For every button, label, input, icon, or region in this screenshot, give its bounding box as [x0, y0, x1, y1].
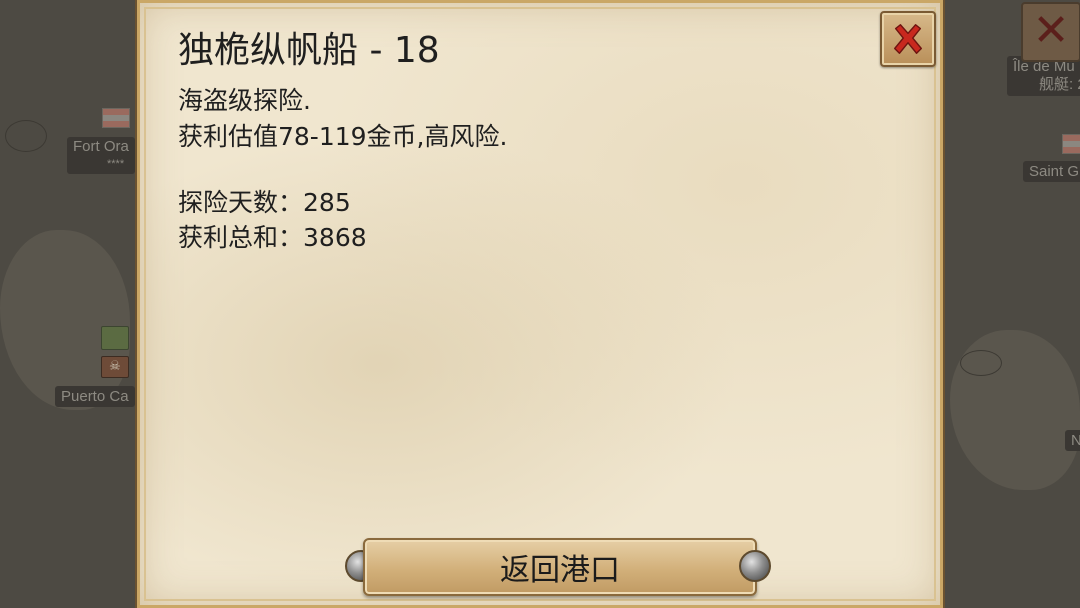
map-label-fort-text: Fort Ora [73, 138, 129, 155]
stat-days-label: 探险天数： [178, 188, 304, 217]
rivet-icon [739, 550, 771, 582]
fort-flag-icon [102, 108, 130, 128]
return-to-port-button[interactable]: 返回港口 [363, 538, 757, 596]
close-button[interactable] [880, 11, 936, 67]
close-icon [893, 24, 923, 54]
map-contour [5, 120, 47, 152]
map-label-saint[interactable]: Saint G [1023, 161, 1080, 182]
cargo-icon [101, 326, 129, 350]
background-close-icon: ✕ [1021, 2, 1080, 62]
map-label-ile[interactable]: Île de Mu 舰艇: 2 [1007, 56, 1080, 96]
expedition-estimate: 获利估值78-119金币,高风险. [178, 122, 508, 151]
stat-profit-value: 3868 [303, 223, 367, 252]
stat-profit: 获利总和：3868 [178, 220, 367, 255]
dialog-title: 独桅纵帆船 - 18 [178, 30, 440, 71]
pirate-skull-icon: ☠ [101, 356, 129, 378]
map-label-fort-stars: **** [107, 158, 125, 170]
map-landmass [0, 230, 130, 410]
stat-days: 探险天数：285 [178, 185, 367, 220]
stat-days-value: 285 [303, 188, 351, 217]
map-contour [960, 350, 1002, 376]
expedition-stats: 探险天数：285 获利总和：3868 [178, 185, 367, 255]
stat-profit-label: 获利总和： [178, 223, 304, 252]
expedition-description: 海盗级探险. 获利估值78-119金币,高风险. [178, 83, 507, 155]
expedition-class: 海盗级探险. [178, 86, 311, 115]
map-label-puerto[interactable]: Puerto Ca [55, 386, 135, 407]
map-label-fort[interactable]: Fort Ora **** [67, 137, 135, 174]
expedition-dialog: 独桅纵帆船 - 18 海盗级探险. 获利估值78-119金币,高风险. 探险天数… [135, 0, 945, 608]
saint-flag-icon [1062, 134, 1080, 154]
return-button-group: 返回港口 [345, 536, 771, 596]
map-label-n[interactable]: N [1065, 430, 1080, 451]
map-label-ile-sub: 舰艇: 2 [1039, 76, 1080, 93]
